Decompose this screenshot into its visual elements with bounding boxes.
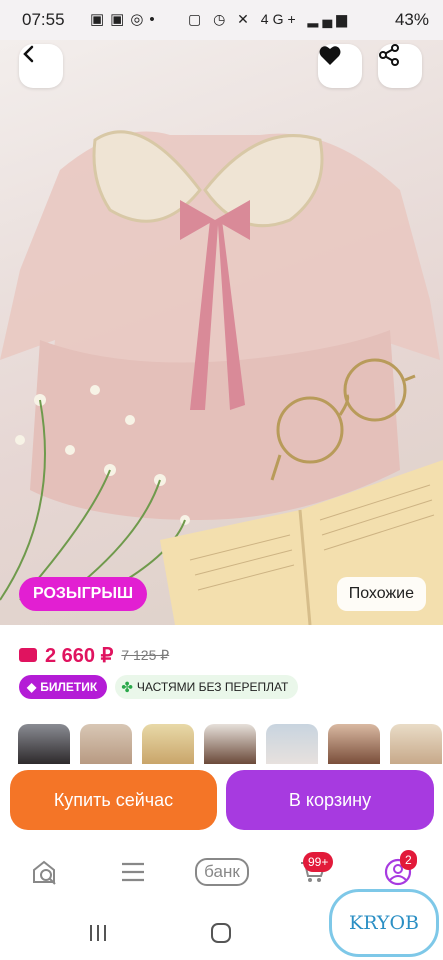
add-to-cart-button[interactable]: В корзину xyxy=(226,770,434,830)
current-price: 2 660 ₽ xyxy=(45,644,114,667)
old-price: 7 125 ₽ xyxy=(121,646,170,663)
price-row: 2 660 ₽ 7 125 ₽ xyxy=(19,642,169,668)
home-icon[interactable] xyxy=(210,922,232,944)
heart-icon xyxy=(319,46,341,65)
thumbnail[interactable] xyxy=(328,724,380,764)
system-icons: ▢ ◷ ✕ 4G+ ▂▄▆ xyxy=(187,11,351,27)
back-arrow-icon xyxy=(23,45,34,63)
menu-icon xyxy=(122,862,144,882)
thumbnail-strip xyxy=(18,724,442,764)
nav-catalog[interactable] xyxy=(113,854,153,890)
installments-badge[interactable]: ✤ ЧАСТЯМИ БЕЗ ПЕРЕПЛАТ xyxy=(115,675,299,699)
watermark-logo: KRYOB xyxy=(329,889,439,957)
bank-label: банк xyxy=(195,858,249,886)
nav-home[interactable] xyxy=(25,854,65,890)
status-bar: 07:55 ▣▣◎• ▢ ◷ ✕ 4G+ ▂▄▆ 43% xyxy=(0,0,443,40)
search-home-icon xyxy=(33,860,56,885)
favorite-button[interactable] xyxy=(318,44,362,88)
installments-badge-label: ЧАСТЯМИ БЕЗ ПЕРЕПЛАТ xyxy=(136,680,289,694)
raffle-badge[interactable]: РОЗЫГРЫШ xyxy=(19,577,148,611)
share-icon xyxy=(379,44,399,66)
profile-badge: 2 xyxy=(400,850,417,870)
ticket-badge-label: БИЛЕТИК xyxy=(40,680,98,694)
thumbnail[interactable] xyxy=(204,724,256,764)
thumbnail[interactable] xyxy=(142,724,194,764)
notification-icons: ▣▣◎• xyxy=(90,11,161,28)
dress-illustration xyxy=(0,130,443,625)
battery-label: 43% xyxy=(394,10,429,29)
product-image[interactable] xyxy=(0,40,443,625)
wallet-icon xyxy=(19,648,37,662)
similar-button[interactable]: Похожие xyxy=(336,577,426,611)
share-button[interactable] xyxy=(378,44,422,88)
status-time: 07:55 xyxy=(22,10,65,29)
cart-badge: 99+ xyxy=(303,852,334,872)
network-label: 4G+ xyxy=(260,11,300,27)
badges-row: ◆ БИЛЕТИК ✤ ЧАСТЯМИ БЕЗ ПЕРЕПЛАТ xyxy=(19,675,299,699)
back-button[interactable] xyxy=(19,44,63,88)
thumbnail[interactable] xyxy=(266,724,318,764)
recent-apps-icon[interactable] xyxy=(88,924,108,942)
thumbnail[interactable] xyxy=(390,724,442,764)
thumbnail[interactable] xyxy=(80,724,132,764)
clover-icon: ✤ xyxy=(121,679,133,695)
ticket-badge[interactable]: ◆ БИЛЕТИК xyxy=(19,675,108,699)
diamond-icon: ◆ xyxy=(27,680,37,694)
nav-bank[interactable]: банк xyxy=(193,854,251,890)
thumbnail[interactable] xyxy=(18,724,70,764)
buy-now-button[interactable]: Купить сейчас xyxy=(10,770,217,830)
